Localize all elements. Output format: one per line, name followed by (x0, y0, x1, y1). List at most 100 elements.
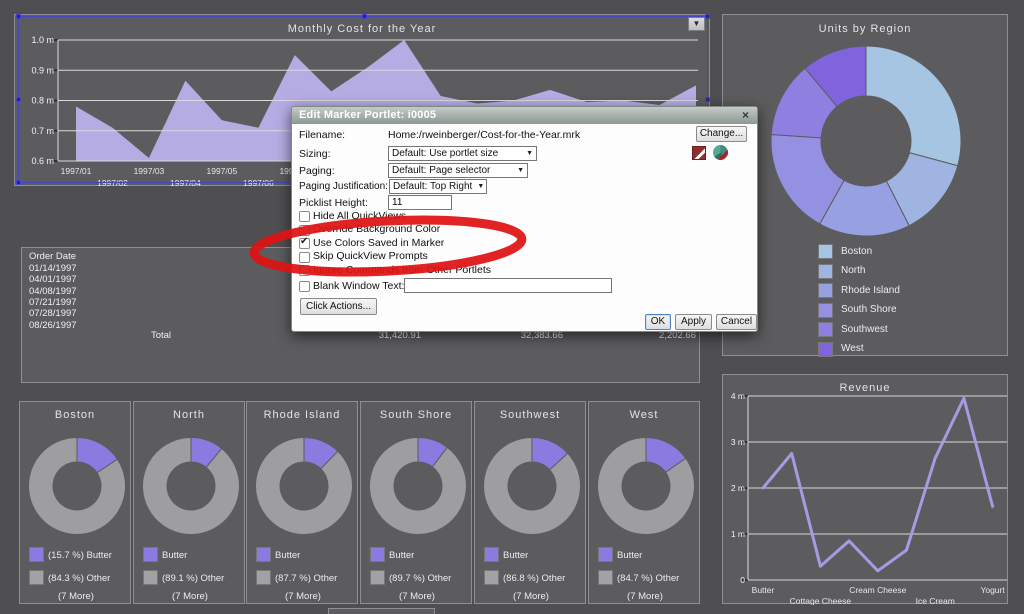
legend-label: Rhode Island (841, 285, 900, 296)
butter-donut-portlet: WestButter(84.7 %) Other(7 More) (588, 401, 700, 604)
legend-swatch (818, 244, 833, 259)
table-row: 08/26/1997 (29, 320, 77, 331)
dialog-titlebar: Edit Marker Portlet: i0005 × (292, 107, 757, 124)
butter-donut-chart (134, 429, 246, 543)
blank-window-text-input[interactable] (404, 278, 612, 293)
legend-label-butter: Butter (162, 550, 187, 561)
dropdown-caret-icon: ▼ (477, 180, 484, 193)
click-actions-button[interactable]: Click Actions... (300, 298, 377, 315)
legend-label-other: (84.3 %) Other (48, 573, 110, 584)
sizing-selected-value: Default: Use portlet size (392, 147, 498, 160)
tab-units-of-butter-sold[interactable]: Units of Butter Sold (328, 608, 435, 614)
legend-more-label: (7 More) (361, 591, 473, 602)
legend-label: Boston (841, 246, 872, 257)
legend-more-label: (7 More) (247, 591, 359, 602)
blank-window-checkbox[interactable] (299, 281, 310, 292)
svg-text:Yogurt: Yogurt (980, 585, 1005, 595)
close-icon[interactable]: × (742, 108, 749, 122)
table-row: 07/28/1997 (29, 308, 77, 319)
selection-handle[interactable] (16, 97, 21, 102)
chart-title: Revenue (723, 382, 1007, 394)
chart-title: Rhode Island (247, 409, 357, 421)
selection-handle[interactable] (362, 14, 367, 19)
legend-swatch-other (598, 570, 613, 585)
change-button[interactable]: Change... (696, 126, 747, 142)
svg-text:2 m: 2 m (731, 483, 745, 493)
filename-value: Home:/rweinberger/Cost-for-the-Year.mrk (388, 129, 580, 141)
legend-swatch-butter (370, 547, 385, 562)
butter-donut-portlet: NorthButter(89.1 %) Other(7 More) (133, 401, 245, 604)
checkbox-label: Use Colors Saved in Marker (313, 237, 444, 249)
legend-label-other: (87.7 %) Other (275, 573, 337, 584)
selection-handle[interactable] (16, 14, 21, 19)
checkbox-label: Hide All QuickViews (313, 210, 406, 222)
table-row: 04/08/1997 (29, 286, 77, 297)
dialog-title: Edit Marker Portlet: i0005 (299, 109, 436, 121)
table-row: 07/21/1997 (29, 297, 77, 308)
blank-window-label: Blank Window Text: (313, 280, 404, 292)
checkbox-label: Override Background Color (313, 223, 440, 235)
dialog-checkbox[interactable] (299, 211, 310, 222)
sizing-label: Sizing: (299, 148, 331, 160)
legend-more-label: (7 More) (134, 591, 246, 602)
paging-label: Paging: (299, 165, 335, 177)
apply-button[interactable]: Apply (675, 314, 712, 330)
chart-title: Boston (20, 409, 130, 421)
chart-title: Units by Region (723, 23, 1007, 35)
butter-donut-chart (247, 429, 359, 543)
units-by-region-portlet: Units by Region BostonNorthRhode IslandS… (722, 14, 1008, 356)
legend-swatch-butter (484, 547, 499, 562)
legend-label-butter: Butter (389, 550, 414, 561)
legend-swatch-other (256, 570, 271, 585)
dialog-checkbox[interactable] (299, 238, 310, 249)
units-by-region-donut-chart (723, 15, 1009, 245)
dashboard-page: 0.6 m0.7 m0.8 m0.9 m1.0 m1997/011997/021… (0, 0, 1024, 614)
legend-swatch-butter (29, 547, 44, 562)
legend-label-other: (86.8 %) Other (503, 573, 565, 584)
legend-label-other: (84.7 %) Other (617, 573, 679, 584)
legend-more-label: (7 More) (20, 591, 132, 602)
legend-label-butter: (15.7 %) Butter (48, 550, 112, 561)
sizing-select[interactable]: Default: Use portlet size ▼ (388, 146, 537, 161)
portlet-menu-button[interactable]: ▼ (688, 17, 705, 31)
ok-button[interactable]: OK (645, 314, 671, 330)
dialog-checkbox[interactable] (299, 225, 310, 236)
chevron-down-icon: ▼ (693, 19, 701, 28)
selection-handle[interactable] (705, 14, 710, 19)
dialog-checkbox[interactable] (299, 252, 310, 263)
selection-handle[interactable] (705, 97, 710, 102)
dialog-checkbox[interactable] (299, 265, 310, 276)
column-header: Order Date (29, 251, 76, 262)
legend-label-other: (89.1 %) Other (162, 573, 224, 584)
butter-donut-portlet: Rhode IslandButter(87.7 %) Other(7 More) (246, 401, 358, 604)
no-fill-swatch-icon[interactable] (692, 146, 706, 160)
butter-donut-chart (20, 429, 132, 543)
cancel-button[interactable]: Cancel (716, 314, 757, 330)
svg-text:Cream Cheese: Cream Cheese (849, 585, 906, 595)
legend-more-label: (7 More) (589, 591, 701, 602)
paging-justification-select[interactable]: Default: Top Right ▼ (389, 179, 487, 194)
legend-label-butter: Butter (617, 550, 642, 561)
butter-donut-portlet: South Shore Butter (89.7 %) Other (7 More) (360, 401, 472, 604)
butter-donut-chart (361, 429, 473, 543)
checkbox-label: Skip QuickView Prompts (313, 250, 428, 262)
legend-label-other: (89.7 %) Other (389, 573, 451, 584)
table-row: 01/14/1997 (29, 263, 77, 274)
chart-title: South Shore (361, 409, 471, 421)
total-label: Total (141, 330, 181, 341)
butter-donut-chart (589, 429, 701, 543)
butter-donut-chart (475, 429, 587, 543)
picklist-height-input[interactable] (388, 195, 452, 210)
legend-swatch-other (29, 570, 44, 585)
picklist-height-label: Picklist Height: (299, 197, 368, 209)
legend-swatch (818, 322, 833, 337)
edit-marker-portlet-dialog: Edit Marker Portlet: i0005 × Filename: H… (291, 106, 758, 332)
paging-selected-value: Default: Page selector (392, 164, 490, 177)
filename-label: Filename: (299, 129, 345, 141)
disabled-pie-icon[interactable] (713, 145, 728, 160)
selection-handle[interactable] (16, 180, 21, 185)
legend-more-label: (7 More) (475, 591, 587, 602)
svg-text:Cottage Cheese: Cottage Cheese (790, 596, 852, 605)
legend-swatch-other (484, 570, 499, 585)
paging-select[interactable]: Default: Page selector ▼ (388, 163, 528, 178)
